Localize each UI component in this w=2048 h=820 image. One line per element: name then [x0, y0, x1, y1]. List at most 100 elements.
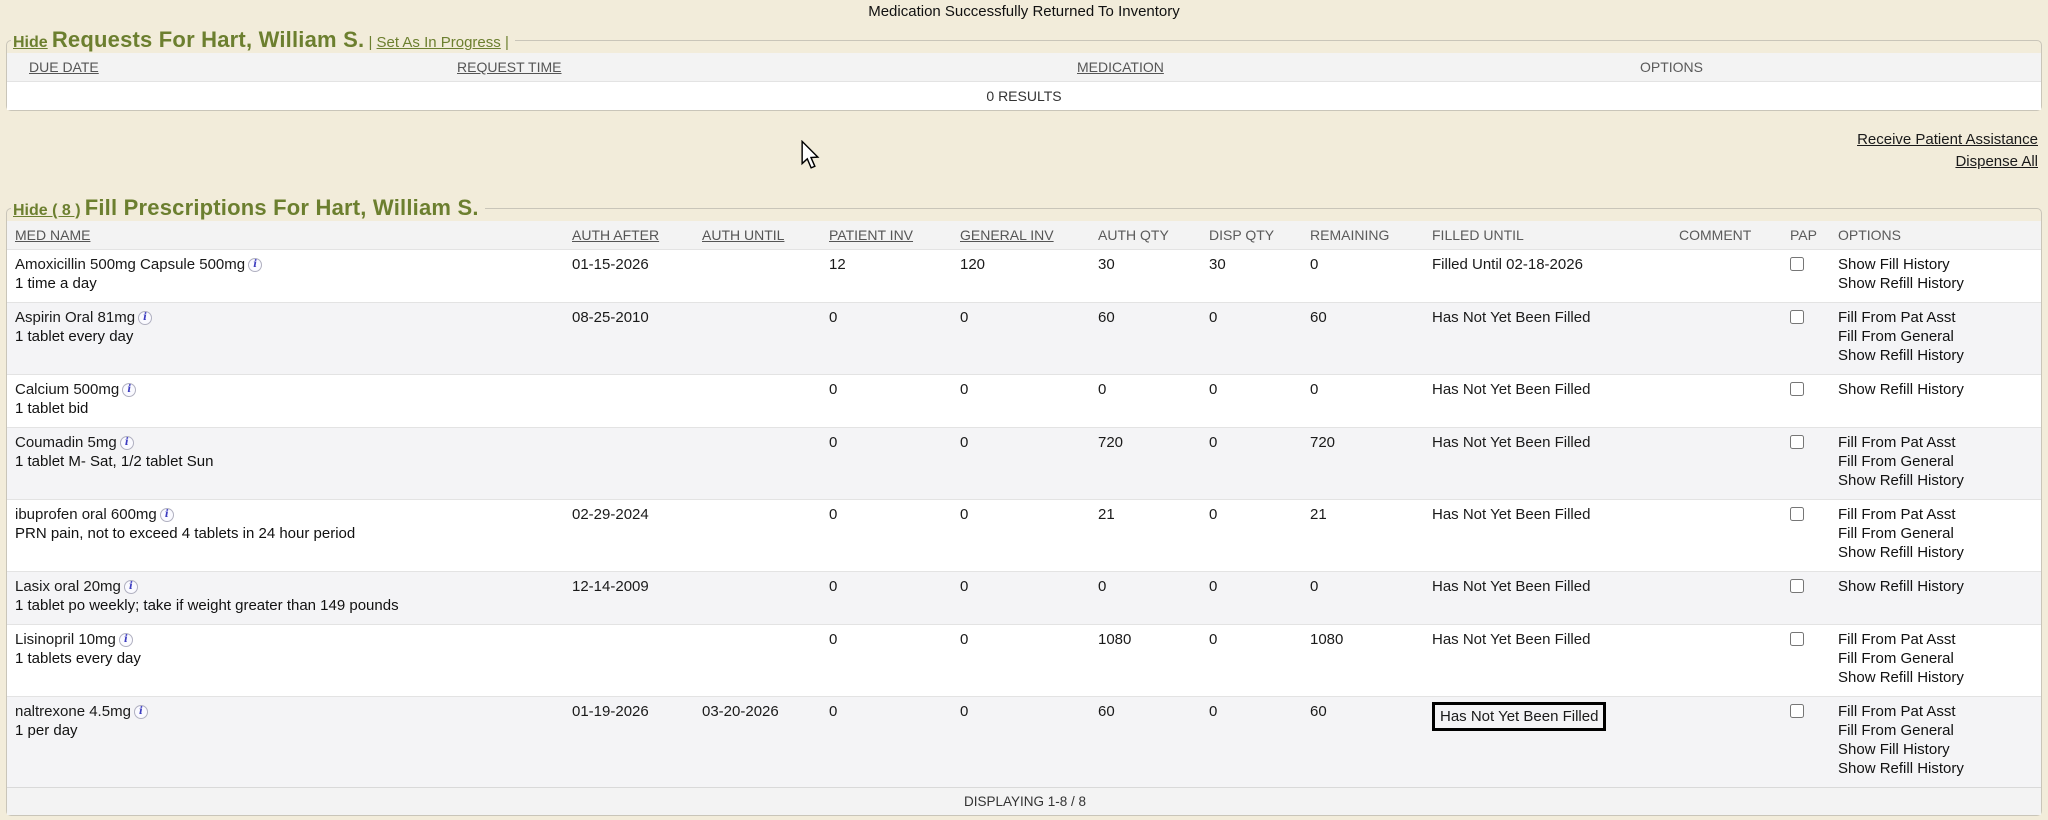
col-remaining: REMAINING — [1304, 221, 1426, 250]
patient-inv: 0 — [823, 375, 954, 428]
auth-after: 02-29-2024 — [566, 500, 696, 572]
auth-qty: 30 — [1092, 250, 1203, 303]
info-icon[interactable]: i — [138, 311, 152, 325]
auth-after — [566, 625, 696, 697]
auth-until — [696, 500, 823, 572]
auth-after — [566, 428, 696, 500]
general-inv: 0 — [954, 303, 1092, 375]
option-link[interactable]: Show Refill History — [1838, 346, 2035, 365]
disp-qty: 0 — [1203, 572, 1304, 625]
med-name: Coumadin 5mg — [15, 434, 117, 451]
option-link[interactable]: Fill From General — [1838, 524, 2035, 543]
pap-checkbox[interactable] — [1790, 704, 1804, 718]
med-sig: 1 tablet M- Sat, 1/2 tablet Sun — [15, 452, 560, 471]
pap-checkbox[interactable] — [1790, 257, 1804, 271]
table-row: Lasix oral 20mgi 1 tablet po weekly; tak… — [7, 572, 2041, 625]
info-icon[interactable]: i — [124, 580, 138, 594]
option-link[interactable]: Show Refill History — [1838, 274, 2035, 293]
option-link[interactable]: Show Refill History — [1838, 543, 2035, 562]
info-icon[interactable]: i — [134, 705, 148, 719]
disp-qty: 30 — [1203, 250, 1304, 303]
option-link[interactable]: Show Fill History — [1838, 740, 2035, 759]
col-general-inv[interactable]: GENERAL INV — [954, 221, 1092, 250]
patient-inv: 0 — [823, 303, 954, 375]
med-sig: 1 tablets every day — [15, 649, 560, 668]
med-name: Amoxicillin 500mg Capsule 500mg — [15, 256, 245, 273]
option-link[interactable]: Fill From General — [1838, 649, 2035, 668]
status-message: Medication Successfully Returned To Inve… — [0, 0, 2048, 23]
pap-checkbox[interactable] — [1790, 507, 1804, 521]
option-link[interactable]: Show Refill History — [1838, 380, 2035, 399]
col-pap: PAP — [1784, 221, 1832, 250]
comment — [1673, 697, 1784, 788]
table-row: Aspirin Oral 81mgi 1 tablet every day 08… — [7, 303, 2041, 375]
info-icon[interactable]: i — [122, 383, 136, 397]
col-medication[interactable]: MEDICATION — [1071, 53, 1634, 82]
info-icon[interactable]: i — [119, 633, 133, 647]
auth-until — [696, 625, 823, 697]
pap-checkbox[interactable] — [1790, 579, 1804, 593]
pap-checkbox[interactable] — [1790, 382, 1804, 396]
col-request-time[interactable]: REQUEST TIME — [451, 53, 1071, 82]
comment — [1673, 375, 1784, 428]
med-name: Calcium 500mg — [15, 381, 119, 398]
option-link[interactable]: Fill From General — [1838, 452, 2035, 471]
option-link[interactable]: Show Fill History — [1838, 255, 2035, 274]
option-link[interactable]: Fill From Pat Asst — [1838, 505, 2035, 524]
col-due-date[interactable]: DUE DATE — [7, 53, 451, 82]
option-link[interactable]: Fill From Pat Asst — [1838, 433, 2035, 452]
separator: | — [368, 34, 372, 51]
general-inv: 0 — [954, 697, 1092, 788]
patient-inv: 0 — [823, 697, 954, 788]
displaying-count: DISPLAYING 1-8 / 8 — [7, 788, 2041, 816]
med-name: Lisinopril 10mg — [15, 631, 116, 648]
comment — [1673, 625, 1784, 697]
set-as-in-progress-link[interactable]: Set As In Progress — [377, 34, 501, 51]
col-auth-after[interactable]: AUTH AFTER — [566, 221, 696, 250]
remaining: 0 — [1304, 572, 1426, 625]
disp-qty: 0 — [1203, 375, 1304, 428]
table-row: Lisinopril 10mgi 1 tablets every day 0 0… — [7, 625, 2041, 697]
patient-inv: 0 — [823, 625, 954, 697]
pap-checkbox[interactable] — [1790, 632, 1804, 646]
general-inv: 0 — [954, 625, 1092, 697]
option-link[interactable]: Fill From Pat Asst — [1838, 308, 2035, 327]
col-auth-until[interactable]: AUTH UNTIL — [696, 221, 823, 250]
fills-hide-link[interactable]: Hide ( 8 ) — [13, 202, 81, 219]
med-name: ibuprofen oral 600mg — [15, 506, 157, 523]
option-link[interactable]: Fill From General — [1838, 327, 2035, 346]
comment — [1673, 428, 1784, 500]
option-link[interactable]: Show Refill History — [1838, 577, 2035, 596]
option-link[interactable]: Fill From Pat Asst — [1838, 630, 2035, 649]
dispense-all-link[interactable]: Dispense All — [0, 151, 2038, 173]
requests-section-legend: Hide Requests For Hart, William S. | Set… — [11, 27, 515, 53]
fill-prescriptions-table: MED NAME AUTH AFTER AUTH UNTIL PATIENT I… — [7, 221, 2041, 815]
auth-after: 08-25-2010 — [566, 303, 696, 375]
disp-qty: 0 — [1203, 303, 1304, 375]
pap-checkbox[interactable] — [1790, 310, 1804, 324]
fills-header-row: MED NAME AUTH AFTER AUTH UNTIL PATIENT I… — [7, 221, 2041, 250]
option-link[interactable]: Show Refill History — [1838, 759, 2035, 778]
col-patient-inv[interactable]: PATIENT INV — [823, 221, 954, 250]
col-options: OPTIONS — [1832, 221, 2041, 250]
filled-until: Filled Until 02-18-2026 — [1432, 255, 1583, 274]
option-link[interactable]: Show Refill History — [1838, 471, 2035, 490]
fills-section-title: Fill Prescriptions For Hart, William S. — [85, 195, 479, 220]
med-name: Lasix oral 20mg — [15, 578, 121, 595]
requests-hide-link[interactable]: Hide — [13, 34, 48, 51]
med-name: Aspirin Oral 81mg — [15, 309, 135, 326]
option-link[interactable]: Fill From Pat Asst — [1838, 702, 2035, 721]
info-icon[interactable]: i — [120, 436, 134, 450]
option-link[interactable]: Fill From General — [1838, 721, 2035, 740]
auth-qty: 720 — [1092, 428, 1203, 500]
general-inv: 0 — [954, 500, 1092, 572]
separator: | — [505, 34, 509, 51]
col-med-name[interactable]: MED NAME — [7, 221, 566, 250]
option-link[interactable]: Show Refill History — [1838, 668, 2035, 687]
filled-until: Has Not Yet Been Filled — [1432, 308, 1590, 327]
receive-patient-assistance-link[interactable]: Receive Patient Assistance — [0, 129, 2038, 151]
general-inv: 0 — [954, 375, 1092, 428]
info-icon[interactable]: i — [248, 258, 262, 272]
info-icon[interactable]: i — [160, 508, 174, 522]
pap-checkbox[interactable] — [1790, 435, 1804, 449]
